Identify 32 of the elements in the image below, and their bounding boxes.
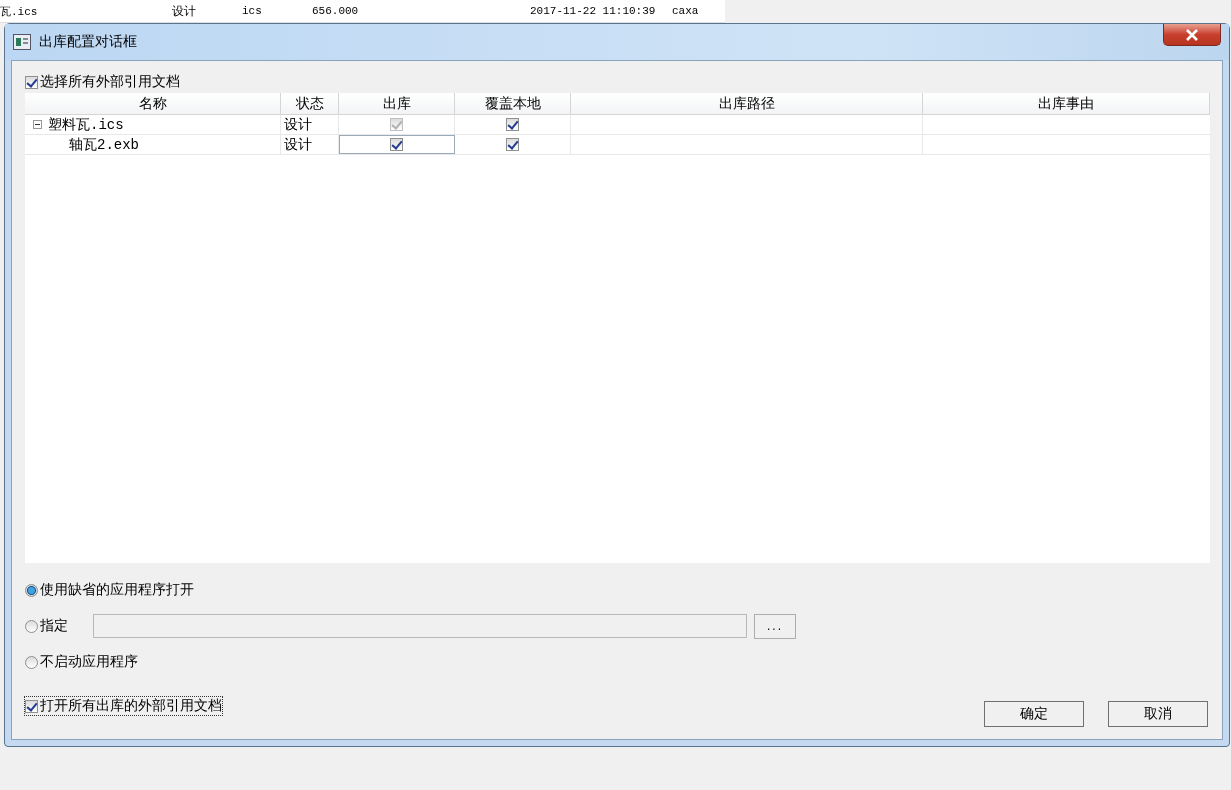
background-table-cell-text: ics [242,5,263,17]
column-header[interactable]: 状态 [281,93,339,115]
ok-button[interactable]: 确定 [984,701,1084,727]
select-all-checkbox[interactable]: 选择所有外部引用文档 [25,73,180,91]
overwrite-checkbox[interactable] [506,138,519,151]
radio-option[interactable]: 不启动应用程序 [25,653,138,671]
collapse-icon[interactable] [33,120,42,129]
file-name-cell: 轴瓦2.exb [25,135,281,154]
background-table-cell-text: 瓦.ics [0,4,39,19]
radio-option[interactable]: 使用缺省的应用程序打开 [25,581,194,599]
window-icon [13,34,31,50]
open-all-checkbox[interactable]: 打开所有出库的外部引用文档 [25,697,222,715]
browse-button[interactable]: ... [754,613,796,639]
file-name-cell: 塑料瓦.ics [25,115,281,134]
background-table-cell-text: 设计 [172,3,197,20]
column-header[interactable]: 出库 [339,93,455,115]
column-header[interactable]: 出库事由 [923,93,1210,115]
background-table-cell-text: 656.000 [312,5,360,17]
background-table-cell-text: 2017-11-22 11:10:39 [530,5,657,17]
close-button[interactable] [1163,24,1221,46]
column-header[interactable]: 覆盖本地 [455,93,571,115]
status-cell: 设计 [281,115,339,134]
column-header[interactable]: 出库路径 [571,93,923,115]
radio-option[interactable]: 指定 [25,617,93,635]
cancel-button[interactable]: 取消 [1108,701,1208,727]
checkout-checkbox[interactable] [390,138,403,151]
background-table-cell: caxa [672,5,699,17]
window-title: 出库配置对话框 [39,33,137,51]
status-cell: 设计 [281,135,339,154]
overwrite-checkbox[interactable] [506,118,519,131]
column-header[interactable]: 名称 [25,93,281,115]
close-icon [1185,28,1199,41]
